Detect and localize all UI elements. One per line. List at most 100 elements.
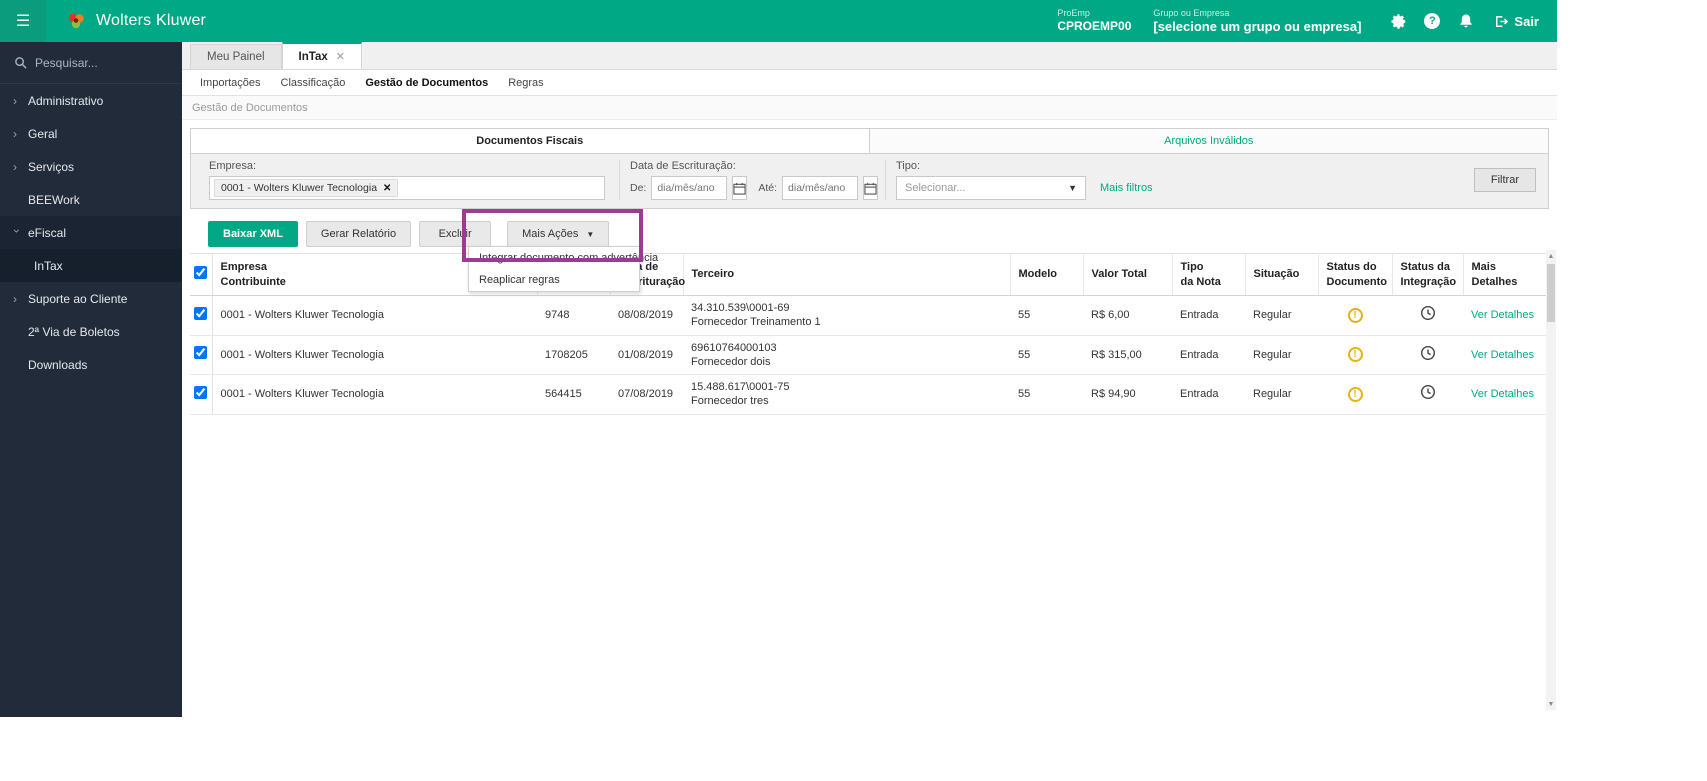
subnav-gestao-documentos[interactable]: Gestão de Documentos xyxy=(355,70,498,95)
subnav-importacoes[interactable]: Importações xyxy=(190,70,271,95)
gerar-relatorio-button[interactable]: Gerar Relatório xyxy=(305,221,412,247)
wolters-kluwer-logo-icon xyxy=(68,13,84,29)
group-company-selector[interactable]: Grupo ou Empresa [selecione um grupo ou … xyxy=(1153,8,1361,34)
sidebar-item-label: Geral xyxy=(28,126,58,141)
tab-documentos-fiscais[interactable]: Documentos Fiscais xyxy=(191,129,870,153)
sidebar-item-suporte[interactable]: › Suporte ao Cliente xyxy=(0,282,182,315)
close-icon[interactable]: ✕ xyxy=(336,50,345,63)
mais-acoes-label: Mais Ações xyxy=(522,228,579,240)
date-to-input[interactable] xyxy=(782,176,859,200)
sign-out-icon xyxy=(1496,15,1509,27)
settings-gear-icon[interactable] xyxy=(1383,6,1413,36)
sidebar-item-geral[interactable]: › Geral xyxy=(0,117,182,150)
sidebar-item-label: InTax xyxy=(34,258,63,273)
chevron-down-icon: › xyxy=(10,228,24,233)
cell-empresa: 0001 - Wolters Kluwer Tecnologia xyxy=(212,295,537,336)
proemp-context[interactable]: ProEmp CPROEMP00 xyxy=(1057,8,1131,33)
tab-label: Meu Painel xyxy=(207,51,265,63)
warning-status-icon[interactable]: ! xyxy=(1347,386,1363,402)
breadcrumb: Gestão de Documentos xyxy=(182,96,1557,120)
cell-situacao: Regular xyxy=(1245,335,1318,376)
logout-button[interactable]: Sair xyxy=(1493,14,1539,29)
main-content: Meu Painel InTax ✕ Importações Classifica… xyxy=(182,42,1557,717)
scroll-down-icon[interactable]: ▼ xyxy=(1546,698,1556,710)
help-icon[interactable]: ? xyxy=(1417,6,1447,36)
ver-detalhes-link[interactable]: Ver Detalhes xyxy=(1471,388,1534,400)
row-checkbox[interactable] xyxy=(194,385,208,399)
cell-modelo: 55 xyxy=(1010,295,1083,336)
cell-tipo: Entrada xyxy=(1172,295,1245,336)
select-all-checkbox[interactable] xyxy=(194,265,208,279)
filtrar-button[interactable]: Filtrar xyxy=(1473,168,1536,192)
tab-strip: Meu Painel InTax ✕ xyxy=(182,42,1557,70)
cell-empresa: 0001 - Wolters Kluwer Tecnologia xyxy=(212,335,537,376)
search-input[interactable] xyxy=(35,55,155,70)
clock-status-icon[interactable] xyxy=(1420,384,1436,400)
empresa-chip-label: 0001 - Wolters Kluwer Tecnologia xyxy=(221,182,378,194)
sidebar-item-2via-boletos[interactable]: 2ª Via de Boletos xyxy=(0,315,182,348)
chevron-down-icon: ▼ xyxy=(586,230,595,239)
hamburger-menu-icon[interactable]: ☰ xyxy=(0,0,46,42)
vertical-scrollbar[interactable]: ▲ ▼ xyxy=(1546,250,1556,710)
sidebar-item-downloads[interactable]: Downloads xyxy=(0,348,182,381)
menu-item-integrar-documento[interactable]: Integrar documento com advertência xyxy=(469,247,658,269)
tab-label: Arquivos Inválidos xyxy=(1164,135,1254,147)
sidebar-item-intax[interactable]: InTax xyxy=(0,249,182,282)
search-icon xyxy=(15,57,27,69)
sidebar-item-label: eFiscal xyxy=(28,225,67,240)
chevron-right-icon: › xyxy=(13,291,17,306)
menu-item-reaplicar-regras[interactable]: Reaplicar regras xyxy=(469,269,639,291)
subnav-classificacao[interactable]: Classificação xyxy=(271,70,356,95)
ver-detalhes-link[interactable]: Ver Detalhes xyxy=(1471,349,1534,361)
calendar-icon[interactable] xyxy=(863,176,879,200)
subnav-regras[interactable]: Regras xyxy=(498,70,553,95)
col-tipo-nota: Tipo da Nota xyxy=(1172,253,1246,296)
notifications-bell-icon[interactable] xyxy=(1451,6,1481,36)
top-header-bar: ☰ Wolters Kluwer ProEmp CPROEMP00 Grupo … xyxy=(0,0,1557,42)
scroll-up-icon[interactable]: ▲ xyxy=(1546,250,1556,262)
remove-chip-icon[interactable]: ✕ xyxy=(383,183,391,194)
chevron-right-icon: › xyxy=(13,159,17,174)
group-label: Grupo ou Empresa xyxy=(1153,7,1230,18)
tab-intax[interactable]: InTax ✕ xyxy=(281,42,362,69)
action-bar: Baixar XML Gerar Relatório Excluir Mais … xyxy=(208,221,1549,247)
clock-status-icon[interactable] xyxy=(1420,345,1436,361)
excluir-button[interactable]: Excluir xyxy=(419,221,492,247)
tipo-select-value: Selecionar... xyxy=(905,182,966,194)
tab-arquivos-invalidos[interactable]: Arquivos Inválidos xyxy=(869,129,1548,153)
sidebar-item-administrativo[interactable]: › Administrativo xyxy=(0,84,182,117)
row-checkbox[interactable] xyxy=(194,306,208,320)
sidebar-item-beework[interactable]: BEEWork xyxy=(0,183,182,216)
mais-acoes-button[interactable]: Mais Ações ▼ xyxy=(507,221,610,247)
tipo-select[interactable]: Selecionar... ▼ xyxy=(896,176,1086,200)
warning-status-icon[interactable]: ! xyxy=(1347,307,1363,323)
mais-filtros-link[interactable]: Mais filtros xyxy=(1100,182,1153,194)
ver-detalhes-link[interactable]: Ver Detalhes xyxy=(1471,309,1534,321)
tab-meu-painel[interactable]: Meu Painel xyxy=(190,44,282,69)
table-row[interactable]: 0001 - Wolters Kluwer Tecnologia 1708205… xyxy=(190,335,1549,376)
sidebar-search[interactable] xyxy=(0,42,182,84)
tipo-filter: Tipo: Selecionar... ▼ Mais filtros xyxy=(885,160,1215,200)
date-from-input[interactable] xyxy=(651,176,728,200)
table-row[interactable]: 0001 - Wolters Kluwer Tecnologia 564415 … xyxy=(190,374,1549,415)
cell-terceiro: 34.310.539\0001-69 Fornecedor Treinamento… xyxy=(683,295,1010,336)
table-row[interactable]: 0001 - Wolters Kluwer Tecnologia 9748 08… xyxy=(190,295,1549,336)
calendar-icon[interactable] xyxy=(732,176,748,200)
cell-numero: 564415 xyxy=(537,374,610,415)
sidebar-item-servicos[interactable]: › Serviços xyxy=(0,150,182,183)
warning-status-icon[interactable]: ! xyxy=(1347,347,1363,363)
row-checkbox[interactable] xyxy=(194,346,208,360)
col-status-documento: Status do Documento xyxy=(1318,253,1393,296)
sidebar-item-label: BEEWork xyxy=(28,192,80,207)
cell-valor: R$ 94,90 xyxy=(1083,374,1172,415)
cell-situacao: Regular xyxy=(1245,295,1318,336)
clock-status-icon[interactable] xyxy=(1420,305,1436,321)
cell-numero: 1708205 xyxy=(537,335,610,376)
sidebar-item-efiscal[interactable]: › eFiscal xyxy=(0,216,182,249)
scrollbar-thumb[interactable] xyxy=(1547,264,1555,322)
empresa-input[interactable]: 0001 - Wolters Kluwer Tecnologia ✕ xyxy=(209,176,605,200)
tab-label: Documentos Fiscais xyxy=(476,135,584,147)
baixar-xml-button[interactable]: Baixar XML xyxy=(208,221,298,247)
mais-acoes-dropdown-menu: Integrar documento com advertência Reapl… xyxy=(468,246,658,292)
cell-valor: R$ 6,00 xyxy=(1083,295,1172,336)
